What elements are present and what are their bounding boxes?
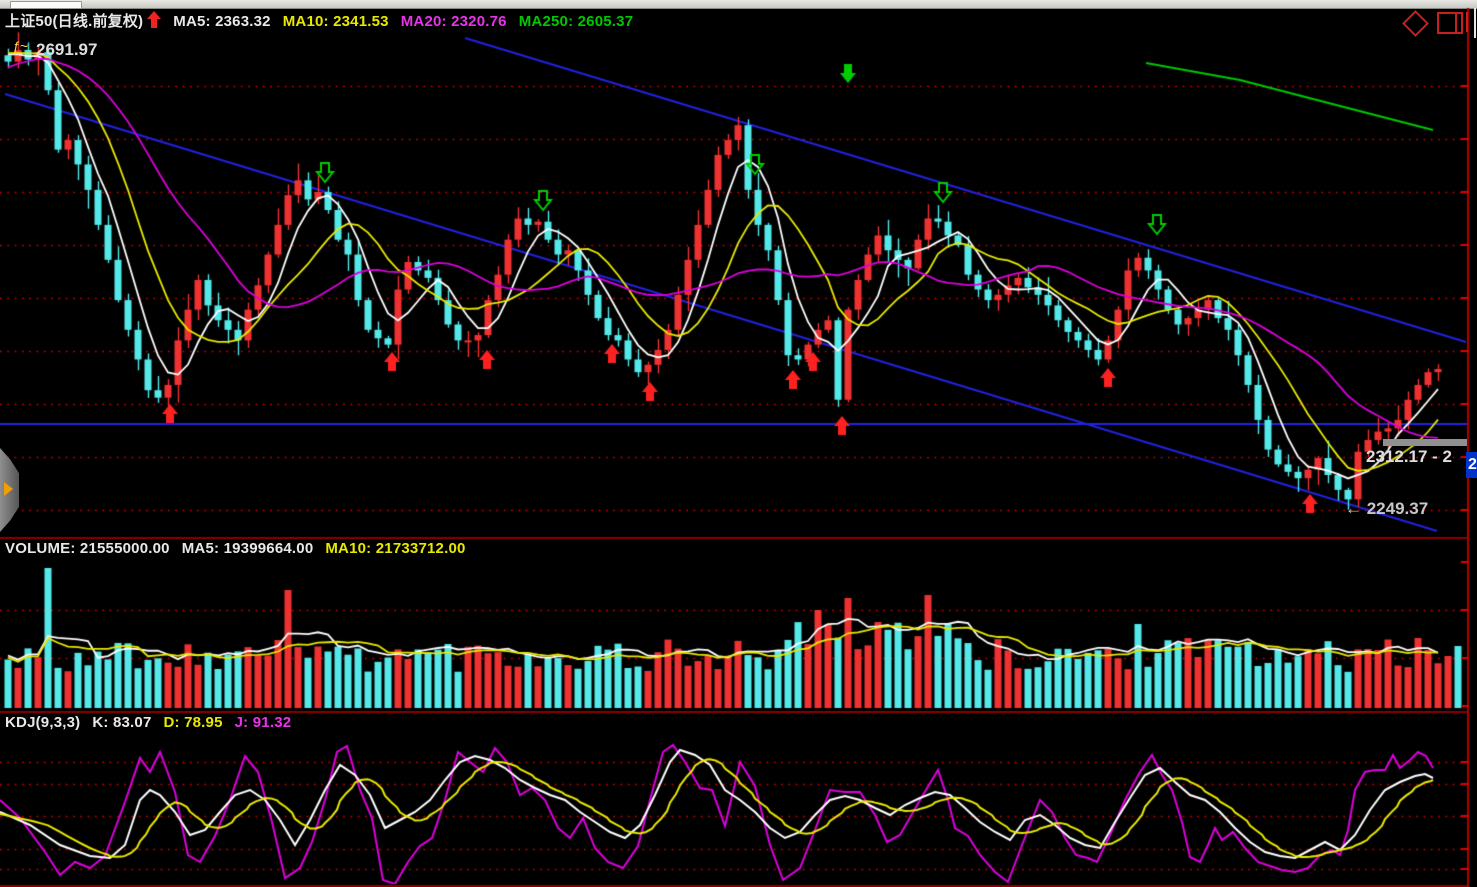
instrument-title: 上证50(日线.前复权) [5,13,143,30]
main-chart-header: 上证50(日线.前复权) MA5: 2363.32 MA10: 2341.53 MA2… [5,10,645,32]
measure-ruler-bar[interactable] [1383,439,1467,446]
volume-header: VOLUME: 21555000.00 MA5: 19399664.00 MA10:… [5,540,478,557]
kdj-k-value: K: 83.07 [92,714,151,731]
kdj-title: KDJ(9,3,3) [5,714,80,731]
chart-canvas[interactable] [0,0,1477,887]
split-window-icon[interactable] [1437,12,1463,34]
volume-ma10-value: MA10: 21733712.00 [325,540,465,557]
chart-toolbar [1406,12,1463,34]
diamond-tool-icon[interactable] [1402,10,1429,37]
ma5-value: MA5: 2363.32 [173,13,270,30]
stock-chart-app: 上证50(日线.前复权) MA5: 2363.32 MA10: 2341.53 MA2… [0,0,1477,887]
kdj-header: KDJ(9,3,3) K: 83.07 D: 78.95 J: 91.32 [5,714,303,731]
ma20-value: MA20: 2320.76 [401,13,507,30]
kdj-j-value: J: 91.32 [235,714,292,731]
axis-price-badge: 2 [1466,452,1477,478]
price-range-label: 2312.17 - 2 [1366,447,1452,467]
volume-ma5-value: MA5: 19399664.00 [182,540,314,557]
volume-value: VOLUME: 21555000.00 [5,540,170,557]
kdj-d-value: D: 78.95 [164,714,223,731]
annotation-marker: ƒ~ [12,38,28,54]
ma10-value: MA10: 2341.53 [283,13,389,30]
ma250-value: MA250: 2605.37 [519,13,634,30]
expand-arrow-icon [4,482,13,496]
up-arrow-icon [147,11,161,32]
high-price-label: 2691.97 [36,40,97,60]
low-price-label: ← 2249.37 [1345,499,1428,519]
